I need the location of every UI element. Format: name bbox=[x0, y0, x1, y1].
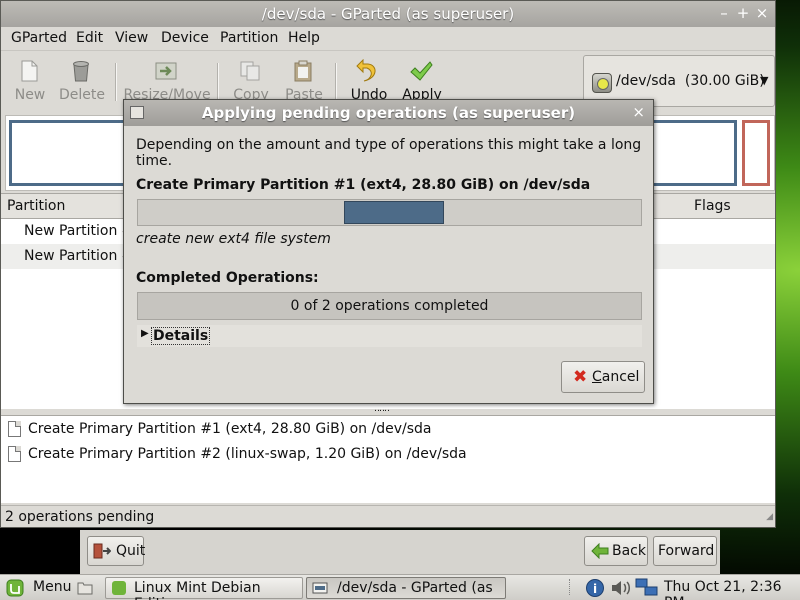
task-label: Linux Mint Debian Editi... bbox=[134, 580, 261, 600]
dialog-close-button[interactable]: × bbox=[632, 103, 645, 121]
dialog-titlebar[interactable]: Applying pending operations (as superuse… bbox=[124, 100, 653, 126]
completed-label: Completed Operations: bbox=[136, 270, 319, 286]
window-titlebar[interactable]: /dev/sda - GParted (as superuser) – + × bbox=[1, 1, 775, 27]
mint-menu-button[interactable]: Menu bbox=[4, 577, 72, 599]
show-desktop-button[interactable] bbox=[74, 577, 96, 599]
task-mint-installer[interactable]: Linux Mint Debian Editi... bbox=[105, 577, 303, 600]
info-icon[interactable]: i bbox=[585, 578, 605, 598]
back-button[interactable]: Back bbox=[584, 536, 648, 566]
splitter-grip-icon: ‥‥‥ bbox=[374, 404, 390, 414]
document-icon bbox=[8, 446, 21, 462]
network-icon[interactable] bbox=[635, 578, 659, 598]
pending-operations-list: Create Primary Partition #1 (ext4, 28.80… bbox=[1, 415, 775, 503]
apply-checkmark-icon bbox=[410, 61, 433, 81]
toolbar-separator bbox=[115, 63, 117, 101]
exit-door-icon bbox=[93, 543, 111, 559]
window-title: /dev/sda - GParted (as superuser) bbox=[261, 5, 515, 23]
quit-button[interactable]: Quit bbox=[87, 536, 146, 566]
back-label: Back bbox=[612, 543, 646, 559]
current-step: create new ext4 file system bbox=[136, 231, 331, 247]
resize-grip-icon[interactable]: ◢ bbox=[766, 512, 773, 522]
completed-status: 0 of 2 operations completed bbox=[290, 298, 489, 314]
menu-bar: GParted Edit View Device Partition Help bbox=[1, 27, 775, 51]
device-name: /dev/sda (30.00 GiB) bbox=[616, 73, 765, 89]
dialog-title: Applying pending operations (as superuse… bbox=[201, 104, 576, 122]
cancel-x-icon: ✖ bbox=[573, 367, 588, 387]
details-label: Details bbox=[151, 327, 211, 345]
minimize-button[interactable]: – bbox=[715, 4, 733, 22]
mint-app-icon bbox=[112, 581, 126, 595]
installer-navigation-bar: Quit Back Forward bbox=[80, 530, 720, 574]
document-icon bbox=[8, 421, 21, 437]
quit-label: Quit bbox=[116, 543, 146, 559]
dialog-description: Depending on the amount and type of oper… bbox=[136, 137, 642, 169]
column-flags[interactable]: Flags bbox=[694, 198, 731, 214]
dropdown-arrow-icon: ▼ bbox=[760, 74, 769, 87]
operation-progress-bar bbox=[137, 199, 642, 226]
task-label: /dev/sda - GParted (as ... bbox=[337, 580, 493, 600]
hard-disk-icon bbox=[592, 73, 612, 93]
new-document-icon bbox=[21, 60, 38, 82]
undo-arrow-icon bbox=[356, 59, 376, 82]
menu-partition[interactable]: Partition bbox=[220, 30, 278, 46]
delete-button[interactable]: Delete bbox=[53, 55, 111, 105]
back-arrow-icon bbox=[591, 543, 609, 559]
list-item[interactable]: Create Primary Partition #1 (ext4, 28.80… bbox=[1, 418, 775, 442]
operation-text: Create Primary Partition #1 (ext4, 28.80… bbox=[28, 421, 432, 437]
menu-help[interactable]: Help bbox=[288, 30, 320, 46]
clock[interactable]: Thu Oct 21, 2:36 PM bbox=[664, 579, 800, 600]
task-gparted[interactable]: /dev/sda - GParted (as ... bbox=[306, 577, 506, 600]
trash-icon bbox=[73, 61, 89, 82]
details-expander[interactable]: ▶ Details bbox=[137, 325, 642, 347]
list-item[interactable]: Create Primary Partition #2 (linux-swap,… bbox=[1, 443, 775, 467]
apply-button[interactable]: Apply bbox=[393, 55, 451, 105]
resize-move-button[interactable]: Resize/Move bbox=[123, 55, 211, 105]
close-button[interactable]: × bbox=[753, 4, 771, 22]
menu-device[interactable]: Device bbox=[161, 30, 209, 46]
status-text: 2 operations pending bbox=[5, 509, 155, 525]
expander-arrow-icon: ▶ bbox=[141, 328, 149, 339]
volume-icon[interactable] bbox=[610, 579, 632, 597]
menu-gparted[interactable]: GParted bbox=[11, 30, 67, 46]
operation-text: Create Primary Partition #2 (linux-swap,… bbox=[28, 446, 467, 462]
current-operation: Create Primary Partition #1 (ext4, 28.80… bbox=[136, 177, 591, 193]
menu-label: Menu bbox=[33, 579, 72, 595]
menu-edit[interactable]: Edit bbox=[76, 30, 103, 46]
copy-icon bbox=[240, 61, 260, 81]
maximize-button[interactable]: + bbox=[734, 4, 752, 22]
linux-mint-logo-icon bbox=[6, 579, 24, 597]
resize-arrows-icon bbox=[155, 62, 177, 80]
completed-progress-bar: 0 of 2 operations completed bbox=[137, 292, 642, 320]
paste-clipboard-icon bbox=[294, 60, 312, 82]
apply-operations-dialog: Applying pending operations (as superuse… bbox=[123, 99, 654, 404]
status-bar: 2 operations pending ◢ bbox=[1, 505, 775, 527]
column-partition[interactable]: Partition bbox=[7, 198, 65, 214]
progress-fill bbox=[344, 201, 444, 224]
partition-swap-bar[interactable] bbox=[742, 120, 770, 186]
gparted-app-icon bbox=[312, 582, 328, 594]
cancel-label: Cancel bbox=[592, 369, 640, 385]
forward-button[interactable]: Forward bbox=[653, 536, 717, 566]
cancel-button[interactable]: ✖ Cancel bbox=[561, 361, 645, 393]
partition-name: New Partition # bbox=[24, 223, 134, 239]
folder-icon bbox=[77, 582, 93, 595]
svg-text:i: i bbox=[593, 582, 597, 596]
menu-view[interactable]: View bbox=[115, 30, 148, 46]
taskbar: Menu Linux Mint Debian Editi... /dev/sda… bbox=[0, 574, 800, 600]
partition-name: New Partition # bbox=[24, 248, 134, 264]
forward-label: Forward bbox=[658, 543, 715, 559]
tray-separator bbox=[569, 579, 573, 595]
